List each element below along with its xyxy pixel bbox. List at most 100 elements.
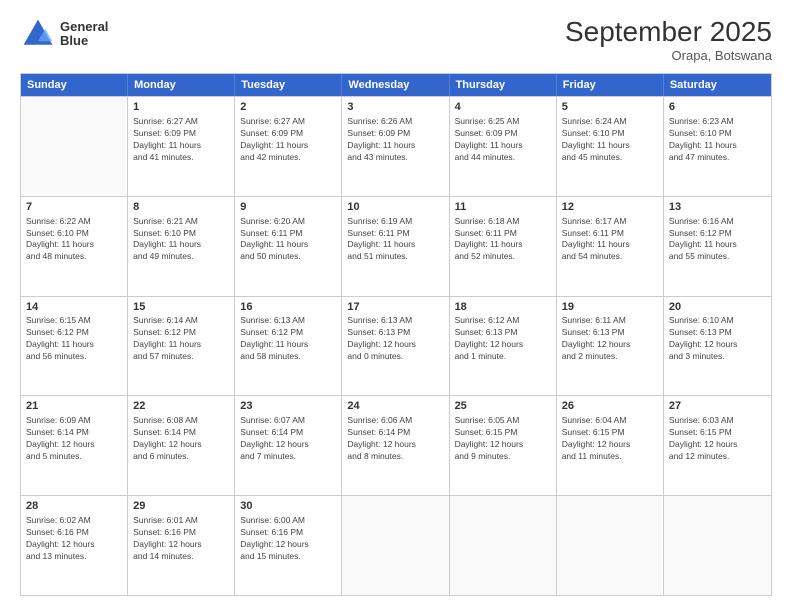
logo-line1: General: [60, 20, 108, 34]
day-info: Sunrise: 6:00 AM Sunset: 6:16 PM Dayligh…: [240, 515, 336, 563]
day-info: Sunrise: 6:27 AM Sunset: 6:09 PM Dayligh…: [133, 116, 229, 164]
calendar-cell: [557, 496, 664, 595]
calendar: SundayMondayTuesdayWednesdayThursdayFrid…: [20, 73, 772, 596]
day-info: Sunrise: 6:10 AM Sunset: 6:13 PM Dayligh…: [669, 315, 766, 363]
location-subtitle: Orapa, Botswana: [565, 48, 772, 63]
page: General Blue September 2025 Orapa, Botsw…: [0, 0, 792, 612]
calendar-cell: 20Sunrise: 6:10 AM Sunset: 6:13 PM Dayli…: [664, 297, 771, 396]
calendar-cell: 5Sunrise: 6:24 AM Sunset: 6:10 PM Daylig…: [557, 97, 664, 196]
day-number: 12: [562, 200, 658, 215]
calendar-body: 1Sunrise: 6:27 AM Sunset: 6:09 PM Daylig…: [21, 96, 771, 595]
day-info: Sunrise: 6:11 AM Sunset: 6:13 PM Dayligh…: [562, 315, 658, 363]
calendar-cell: 16Sunrise: 6:13 AM Sunset: 6:12 PM Dayli…: [235, 297, 342, 396]
logo-line2: Blue: [60, 34, 108, 48]
logo-text: General Blue: [60, 20, 108, 49]
header-day-tuesday: Tuesday: [235, 74, 342, 96]
calendar-cell: 10Sunrise: 6:19 AM Sunset: 6:11 PM Dayli…: [342, 197, 449, 296]
calendar-cell: 22Sunrise: 6:08 AM Sunset: 6:14 PM Dayli…: [128, 396, 235, 495]
day-info: Sunrise: 6:24 AM Sunset: 6:10 PM Dayligh…: [562, 116, 658, 164]
day-info: Sunrise: 6:13 AM Sunset: 6:12 PM Dayligh…: [240, 315, 336, 363]
day-number: 1: [133, 100, 229, 115]
calendar-cell: [21, 97, 128, 196]
calendar-cell: 12Sunrise: 6:17 AM Sunset: 6:11 PM Dayli…: [557, 197, 664, 296]
day-number: 30: [240, 499, 336, 514]
day-info: Sunrise: 6:12 AM Sunset: 6:13 PM Dayligh…: [455, 315, 551, 363]
calendar-cell: 17Sunrise: 6:13 AM Sunset: 6:13 PM Dayli…: [342, 297, 449, 396]
day-number: 9: [240, 200, 336, 215]
calendar-row-2: 14Sunrise: 6:15 AM Sunset: 6:12 PM Dayli…: [21, 296, 771, 396]
day-number: 7: [26, 200, 122, 215]
day-info: Sunrise: 6:22 AM Sunset: 6:10 PM Dayligh…: [26, 216, 122, 264]
day-number: 24: [347, 399, 443, 414]
day-info: Sunrise: 6:16 AM Sunset: 6:12 PM Dayligh…: [669, 216, 766, 264]
day-info: Sunrise: 6:18 AM Sunset: 6:11 PM Dayligh…: [455, 216, 551, 264]
calendar-row-1: 7Sunrise: 6:22 AM Sunset: 6:10 PM Daylig…: [21, 196, 771, 296]
day-number: 20: [669, 300, 766, 315]
day-info: Sunrise: 6:13 AM Sunset: 6:13 PM Dayligh…: [347, 315, 443, 363]
header-day-thursday: Thursday: [450, 74, 557, 96]
calendar-cell: 8Sunrise: 6:21 AM Sunset: 6:10 PM Daylig…: [128, 197, 235, 296]
calendar-cell: 9Sunrise: 6:20 AM Sunset: 6:11 PM Daylig…: [235, 197, 342, 296]
day-number: 11: [455, 200, 551, 215]
day-number: 10: [347, 200, 443, 215]
calendar-cell: 14Sunrise: 6:15 AM Sunset: 6:12 PM Dayli…: [21, 297, 128, 396]
header-day-friday: Friday: [557, 74, 664, 96]
day-number: 28: [26, 499, 122, 514]
day-number: 2: [240, 100, 336, 115]
day-info: Sunrise: 6:03 AM Sunset: 6:15 PM Dayligh…: [669, 415, 766, 463]
day-info: Sunrise: 6:23 AM Sunset: 6:10 PM Dayligh…: [669, 116, 766, 164]
day-info: Sunrise: 6:26 AM Sunset: 6:09 PM Dayligh…: [347, 116, 443, 164]
day-number: 19: [562, 300, 658, 315]
day-number: 3: [347, 100, 443, 115]
calendar-cell: 7Sunrise: 6:22 AM Sunset: 6:10 PM Daylig…: [21, 197, 128, 296]
calendar-cell: 2Sunrise: 6:27 AM Sunset: 6:09 PM Daylig…: [235, 97, 342, 196]
calendar-cell: 1Sunrise: 6:27 AM Sunset: 6:09 PM Daylig…: [128, 97, 235, 196]
day-number: 6: [669, 100, 766, 115]
day-info: Sunrise: 6:08 AM Sunset: 6:14 PM Dayligh…: [133, 415, 229, 463]
day-number: 17: [347, 300, 443, 315]
calendar-cell: 15Sunrise: 6:14 AM Sunset: 6:12 PM Dayli…: [128, 297, 235, 396]
calendar-cell: 28Sunrise: 6:02 AM Sunset: 6:16 PM Dayli…: [21, 496, 128, 595]
calendar-cell: 3Sunrise: 6:26 AM Sunset: 6:09 PM Daylig…: [342, 97, 449, 196]
day-number: 16: [240, 300, 336, 315]
calendar-row-3: 21Sunrise: 6:09 AM Sunset: 6:14 PM Dayli…: [21, 395, 771, 495]
calendar-cell: 11Sunrise: 6:18 AM Sunset: 6:11 PM Dayli…: [450, 197, 557, 296]
calendar-cell: 25Sunrise: 6:05 AM Sunset: 6:15 PM Dayli…: [450, 396, 557, 495]
day-number: 21: [26, 399, 122, 414]
day-info: Sunrise: 6:15 AM Sunset: 6:12 PM Dayligh…: [26, 315, 122, 363]
header-day-saturday: Saturday: [664, 74, 771, 96]
day-number: 26: [562, 399, 658, 414]
day-number: 15: [133, 300, 229, 315]
day-number: 8: [133, 200, 229, 215]
day-number: 14: [26, 300, 122, 315]
day-number: 25: [455, 399, 551, 414]
day-info: Sunrise: 6:19 AM Sunset: 6:11 PM Dayligh…: [347, 216, 443, 264]
day-info: Sunrise: 6:07 AM Sunset: 6:14 PM Dayligh…: [240, 415, 336, 463]
day-info: Sunrise: 6:17 AM Sunset: 6:11 PM Dayligh…: [562, 216, 658, 264]
header: General Blue September 2025 Orapa, Botsw…: [20, 16, 772, 63]
day-info: Sunrise: 6:01 AM Sunset: 6:16 PM Dayligh…: [133, 515, 229, 563]
day-info: Sunrise: 6:09 AM Sunset: 6:14 PM Dayligh…: [26, 415, 122, 463]
calendar-cell: 13Sunrise: 6:16 AM Sunset: 6:12 PM Dayli…: [664, 197, 771, 296]
day-info: Sunrise: 6:02 AM Sunset: 6:16 PM Dayligh…: [26, 515, 122, 563]
logo: General Blue: [20, 16, 108, 52]
calendar-cell: 4Sunrise: 6:25 AM Sunset: 6:09 PM Daylig…: [450, 97, 557, 196]
calendar-cell: 18Sunrise: 6:12 AM Sunset: 6:13 PM Dayli…: [450, 297, 557, 396]
day-number: 22: [133, 399, 229, 414]
header-day-monday: Monday: [128, 74, 235, 96]
calendar-cell: [450, 496, 557, 595]
calendar-header: SundayMondayTuesdayWednesdayThursdayFrid…: [21, 74, 771, 96]
calendar-cell: [342, 496, 449, 595]
title-block: September 2025 Orapa, Botswana: [565, 16, 772, 63]
day-info: Sunrise: 6:06 AM Sunset: 6:14 PM Dayligh…: [347, 415, 443, 463]
day-info: Sunrise: 6:25 AM Sunset: 6:09 PM Dayligh…: [455, 116, 551, 164]
calendar-cell: 27Sunrise: 6:03 AM Sunset: 6:15 PM Dayli…: [664, 396, 771, 495]
day-number: 29: [133, 499, 229, 514]
day-number: 23: [240, 399, 336, 414]
day-number: 4: [455, 100, 551, 115]
day-number: 13: [669, 200, 766, 215]
calendar-cell: 6Sunrise: 6:23 AM Sunset: 6:10 PM Daylig…: [664, 97, 771, 196]
day-info: Sunrise: 6:05 AM Sunset: 6:15 PM Dayligh…: [455, 415, 551, 463]
day-number: 27: [669, 399, 766, 414]
calendar-cell: 21Sunrise: 6:09 AM Sunset: 6:14 PM Dayli…: [21, 396, 128, 495]
